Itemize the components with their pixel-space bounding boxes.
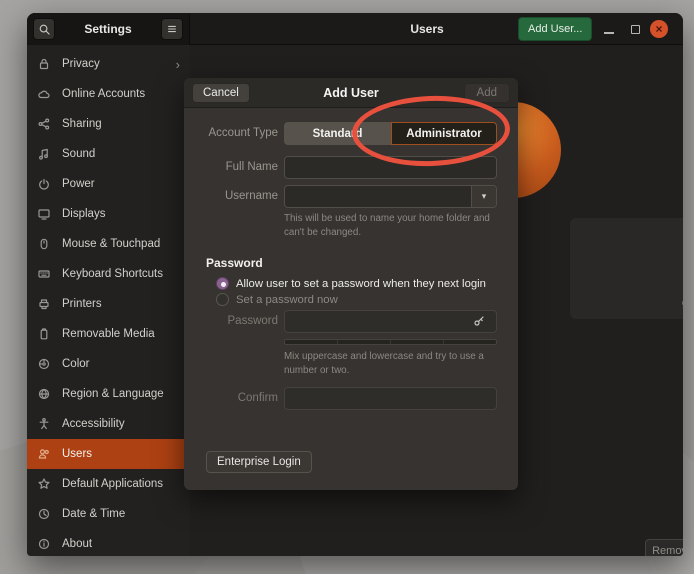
administrator-button[interactable]: Administrator — [391, 122, 497, 145]
removable-media-icon — [37, 327, 51, 341]
sidebar-headerbar: Settings — [27, 13, 190, 45]
close-button[interactable]: × — [650, 20, 668, 38]
sidebar-item-sharing[interactable]: Sharing — [27, 109, 190, 139]
music-note-icon — [37, 147, 51, 161]
sidebar-item-accessibility[interactable]: Accessibility — [27, 409, 190, 439]
username-dropdown-button[interactable]: ▾ — [471, 186, 496, 207]
remove-user-button[interactable]: Remove User... — [645, 539, 683, 556]
sidebar-item-displays[interactable]: Displays — [27, 199, 190, 229]
color-icon — [37, 357, 51, 371]
sidebar-item-privacy[interactable]: Privacy › — [27, 49, 190, 79]
page-title: Users — [410, 13, 443, 45]
settings-window: ••••• › ged in › Remove User... Settings… — [27, 13, 683, 556]
sidebar-item-region-language[interactable]: Region & Language — [27, 379, 190, 409]
globe-icon — [37, 387, 51, 401]
sidebar: Privacy › Online Accounts Sharing Sound … — [27, 45, 190, 556]
sidebar-item-sound[interactable]: Sound — [27, 139, 190, 169]
password-input[interactable] — [284, 310, 497, 333]
share-icon — [37, 117, 51, 131]
password-strength-meter — [284, 339, 497, 345]
sidebar-item-color[interactable]: Color — [27, 349, 190, 379]
account-type-label: Account Type — [192, 127, 278, 139]
enterprise-login-button[interactable]: Enterprise Login — [206, 451, 312, 473]
sidebar-item-default-applications[interactable]: Default Applications — [27, 469, 190, 499]
sidebar-item-users[interactable]: Users — [27, 439, 190, 469]
display-icon — [37, 207, 51, 221]
minimize-button[interactable] — [604, 32, 614, 34]
chevron-right-icon: › — [176, 58, 180, 71]
sidebar-item-power[interactable]: Power — [27, 169, 190, 199]
radio-selected-icon — [216, 277, 229, 290]
power-icon — [37, 177, 51, 191]
hamburger-menu-icon — [166, 23, 178, 35]
password-section-title: Password — [206, 256, 263, 270]
password-label: Password — [192, 315, 278, 327]
sidebar-item-about[interactable]: About — [27, 529, 190, 556]
cloud-icon — [37, 87, 51, 101]
sidebar-item-online-accounts[interactable]: Online Accounts — [27, 79, 190, 109]
menu-button[interactable] — [161, 18, 183, 40]
star-icon — [37, 477, 51, 491]
account-rows-panel: ••••• › ged in › — [570, 218, 683, 319]
logged-in-row-label: ged in — [682, 297, 683, 309]
confirm-input[interactable] — [284, 387, 497, 410]
users-icon — [37, 447, 51, 461]
sidebar-item-date-time[interactable]: Date & Time — [27, 499, 190, 529]
lock-icon — [37, 57, 51, 71]
mouse-icon — [37, 237, 51, 251]
full-name-input[interactable] — [284, 156, 497, 179]
generate-password-key-icon[interactable] — [472, 314, 486, 328]
add-button[interactable]: Add — [464, 83, 510, 103]
confirm-label: Confirm — [192, 392, 278, 404]
sidebar-item-printers[interactable]: Printers — [27, 289, 190, 319]
sidebar-item-keyboard-shortcuts[interactable]: Keyboard Shortcuts — [27, 259, 190, 289]
maximize-button[interactable] — [631, 25, 640, 34]
radio-set-at-next-login[interactable]: Allow user to set a password when they n… — [216, 277, 486, 290]
accessibility-icon — [37, 417, 51, 431]
username-label: Username — [192, 190, 278, 202]
sidebar-item-mouse-touchpad[interactable]: Mouse & Touchpad — [27, 229, 190, 259]
account-type-segmented: Standard Administrator — [284, 122, 497, 145]
full-name-label: Full Name — [192, 161, 278, 173]
standard-button[interactable]: Standard — [284, 122, 391, 145]
password-hint: Mix uppercase and lowercase and try to u… — [284, 350, 496, 377]
printer-icon — [37, 297, 51, 311]
keyboard-icon — [37, 267, 51, 281]
username-input[interactable] — [284, 185, 497, 208]
info-icon — [37, 537, 51, 551]
chevron-down-icon: ▾ — [482, 191, 487, 202]
add-user-button[interactable]: Add User... — [518, 17, 592, 41]
add-user-dialog: Cancel Add User Add Account Type Standar… — [184, 78, 518, 490]
dialog-header: Cancel Add User Add — [184, 78, 518, 108]
sidebar-item-removable-media[interactable]: Removable Media — [27, 319, 190, 349]
radio-set-password-now[interactable]: Set a password now — [216, 293, 338, 306]
radio-unselected-icon — [216, 293, 229, 306]
clock-icon — [37, 507, 51, 521]
username-hint: This will be used to name your home fold… — [284, 212, 496, 239]
headerbar: Settings Users Add User... × — [27, 13, 683, 45]
